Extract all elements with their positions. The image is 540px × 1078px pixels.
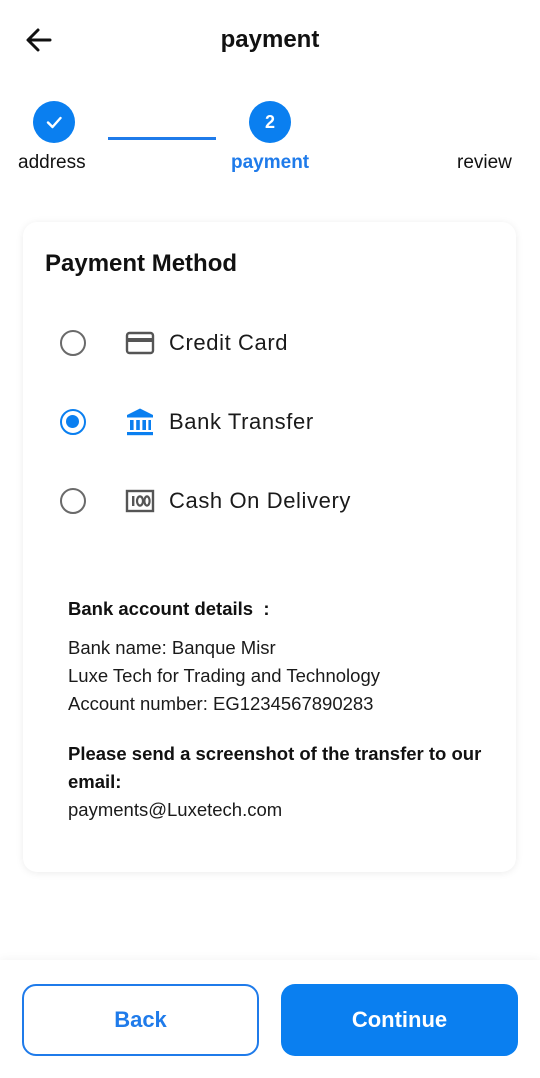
- account-number-line: Account number: EG1234567890283: [68, 693, 374, 714]
- credit-card-icon: [125, 328, 155, 358]
- step-label-review: review: [457, 152, 512, 173]
- bank-name-line: Bank name: Banque Misr: [68, 637, 276, 658]
- radio-cash-on-delivery[interactable]: [60, 488, 86, 514]
- step-payment-indicator: 2: [249, 101, 291, 143]
- bottom-action-bar: Back Continue: [0, 960, 540, 1078]
- page-title: payment: [220, 26, 320, 53]
- app-header: payment: [0, 0, 540, 80]
- check-icon: [46, 116, 62, 129]
- radio-bank-transfer[interactable]: [60, 409, 86, 435]
- step-label-payment: payment: [231, 152, 310, 173]
- step-address-indicator: [33, 101, 75, 143]
- step-connector: [108, 137, 216, 140]
- option-label-cash-on-delivery: Cash On Delivery: [169, 488, 351, 513]
- option-cash-on-delivery[interactable]: Cash On Delivery: [23, 471, 516, 531]
- payment-screen: payment 2 address payment review Payment…: [0, 0, 540, 1078]
- option-label-bank-transfer: Bank Transfer: [169, 409, 314, 434]
- option-bank-transfer[interactable]: Bank Transfer: [23, 392, 516, 452]
- option-label-credit-card: Credit Card: [169, 330, 289, 355]
- step-label-address: address: [18, 152, 86, 173]
- payment-method-card: Payment Method Credit Card Bank Transfer…: [23, 222, 516, 872]
- payment-method-title: Payment Method: [45, 250, 238, 277]
- company-name-line: Luxe Tech for Trading and Technology: [68, 665, 380, 686]
- transfer-note: Please send a screenshot of the transfer…: [68, 743, 482, 792]
- bank-details-section: Bank account details : Bank name: Banque…: [68, 598, 488, 824]
- bank-details-lines: Bank name: Banque Misr Luxe Tech for Tra…: [68, 634, 488, 718]
- cash-icon: [125, 486, 155, 516]
- bank-details-heading: Bank account details :: [68, 598, 270, 619]
- bank-icon: [125, 407, 155, 437]
- back-button[interactable]: Back: [22, 984, 259, 1056]
- option-credit-card[interactable]: Credit Card: [23, 313, 516, 373]
- continue-button[interactable]: Continue: [281, 984, 518, 1056]
- radio-credit-card[interactable]: [60, 330, 86, 356]
- payment-email: payments@Luxetech.com: [68, 799, 283, 820]
